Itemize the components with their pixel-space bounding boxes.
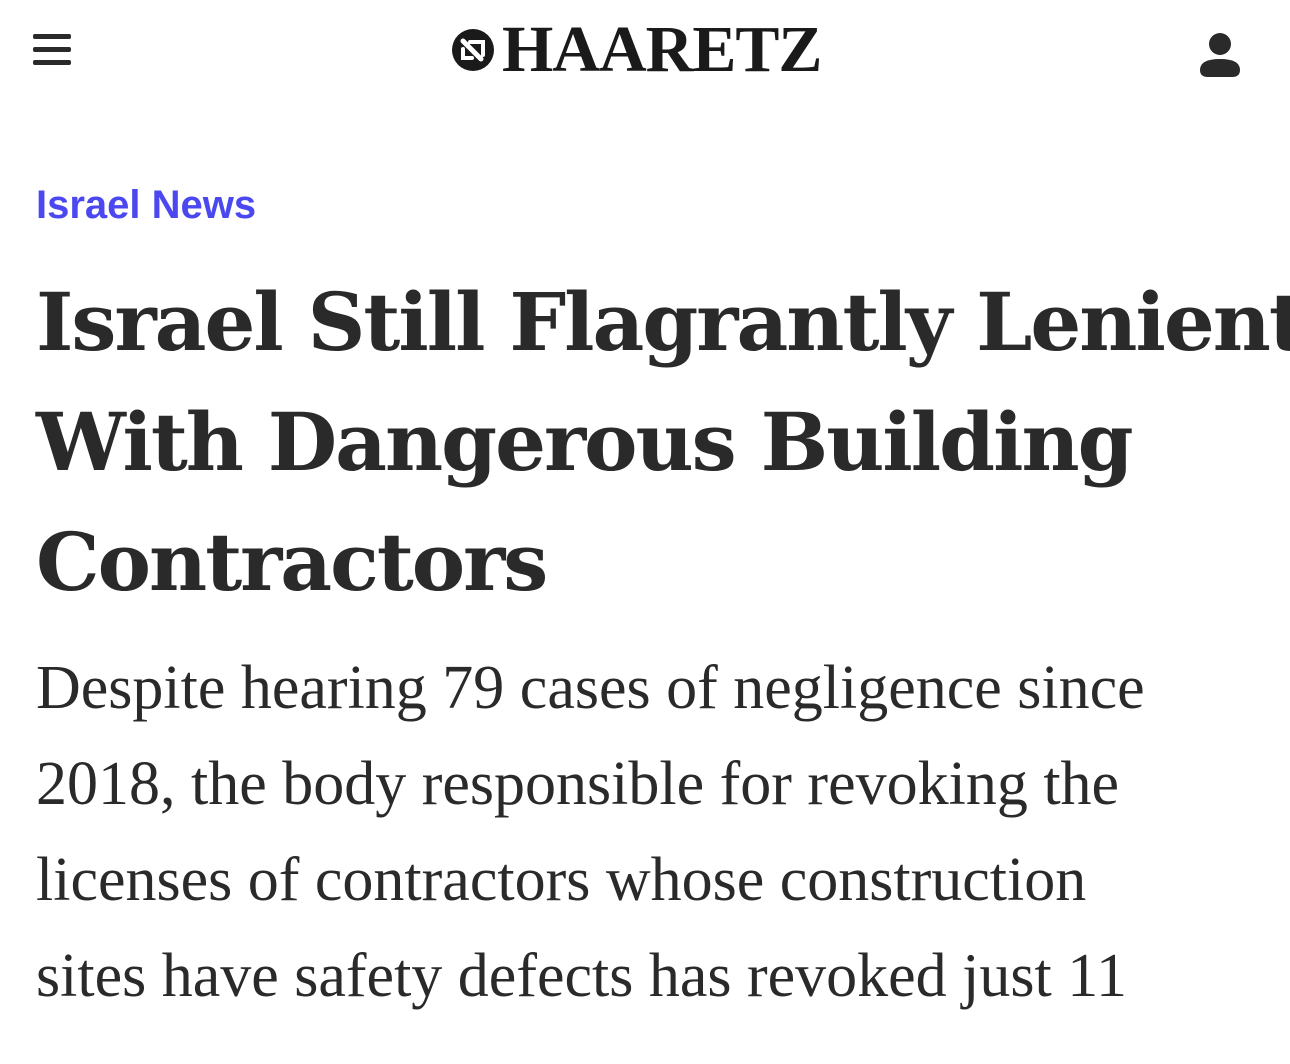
subhead-line: licenses of contractors whose constructi…	[36, 846, 1087, 914]
haaretz-logo[interactable]: HAARETZ	[450, 14, 850, 86]
logo-wordmark: HAARETZ	[502, 13, 822, 86]
headline-line: Israel Still Flagrantly Lenient	[36, 275, 1290, 369]
headline-line: Contractors	[36, 515, 548, 609]
subhead-line: sites have safety defects has revoked ju…	[36, 942, 1127, 1010]
hamburger-menu-icon[interactable]	[30, 30, 74, 70]
subhead-line: Despite hearing 79 cases of negligence s…	[36, 654, 1145, 722]
top-navigation-bar: HAARETZ	[0, 0, 1290, 110]
haaretz-mark-icon	[452, 29, 494, 71]
article-subheadline: Despite hearing 79 cases of negligence s…	[36, 640, 1266, 1024]
section-link-israel-news[interactable]: Israel News	[36, 183, 256, 228]
article-headline: Israel Still Flagrantly Lenient With Dan…	[36, 262, 1290, 622]
headline-line: With Dangerous Building	[36, 395, 1134, 489]
user-account-icon[interactable]	[1196, 30, 1244, 80]
subhead-line: 2018, the body responsible for revoking …	[36, 750, 1120, 818]
